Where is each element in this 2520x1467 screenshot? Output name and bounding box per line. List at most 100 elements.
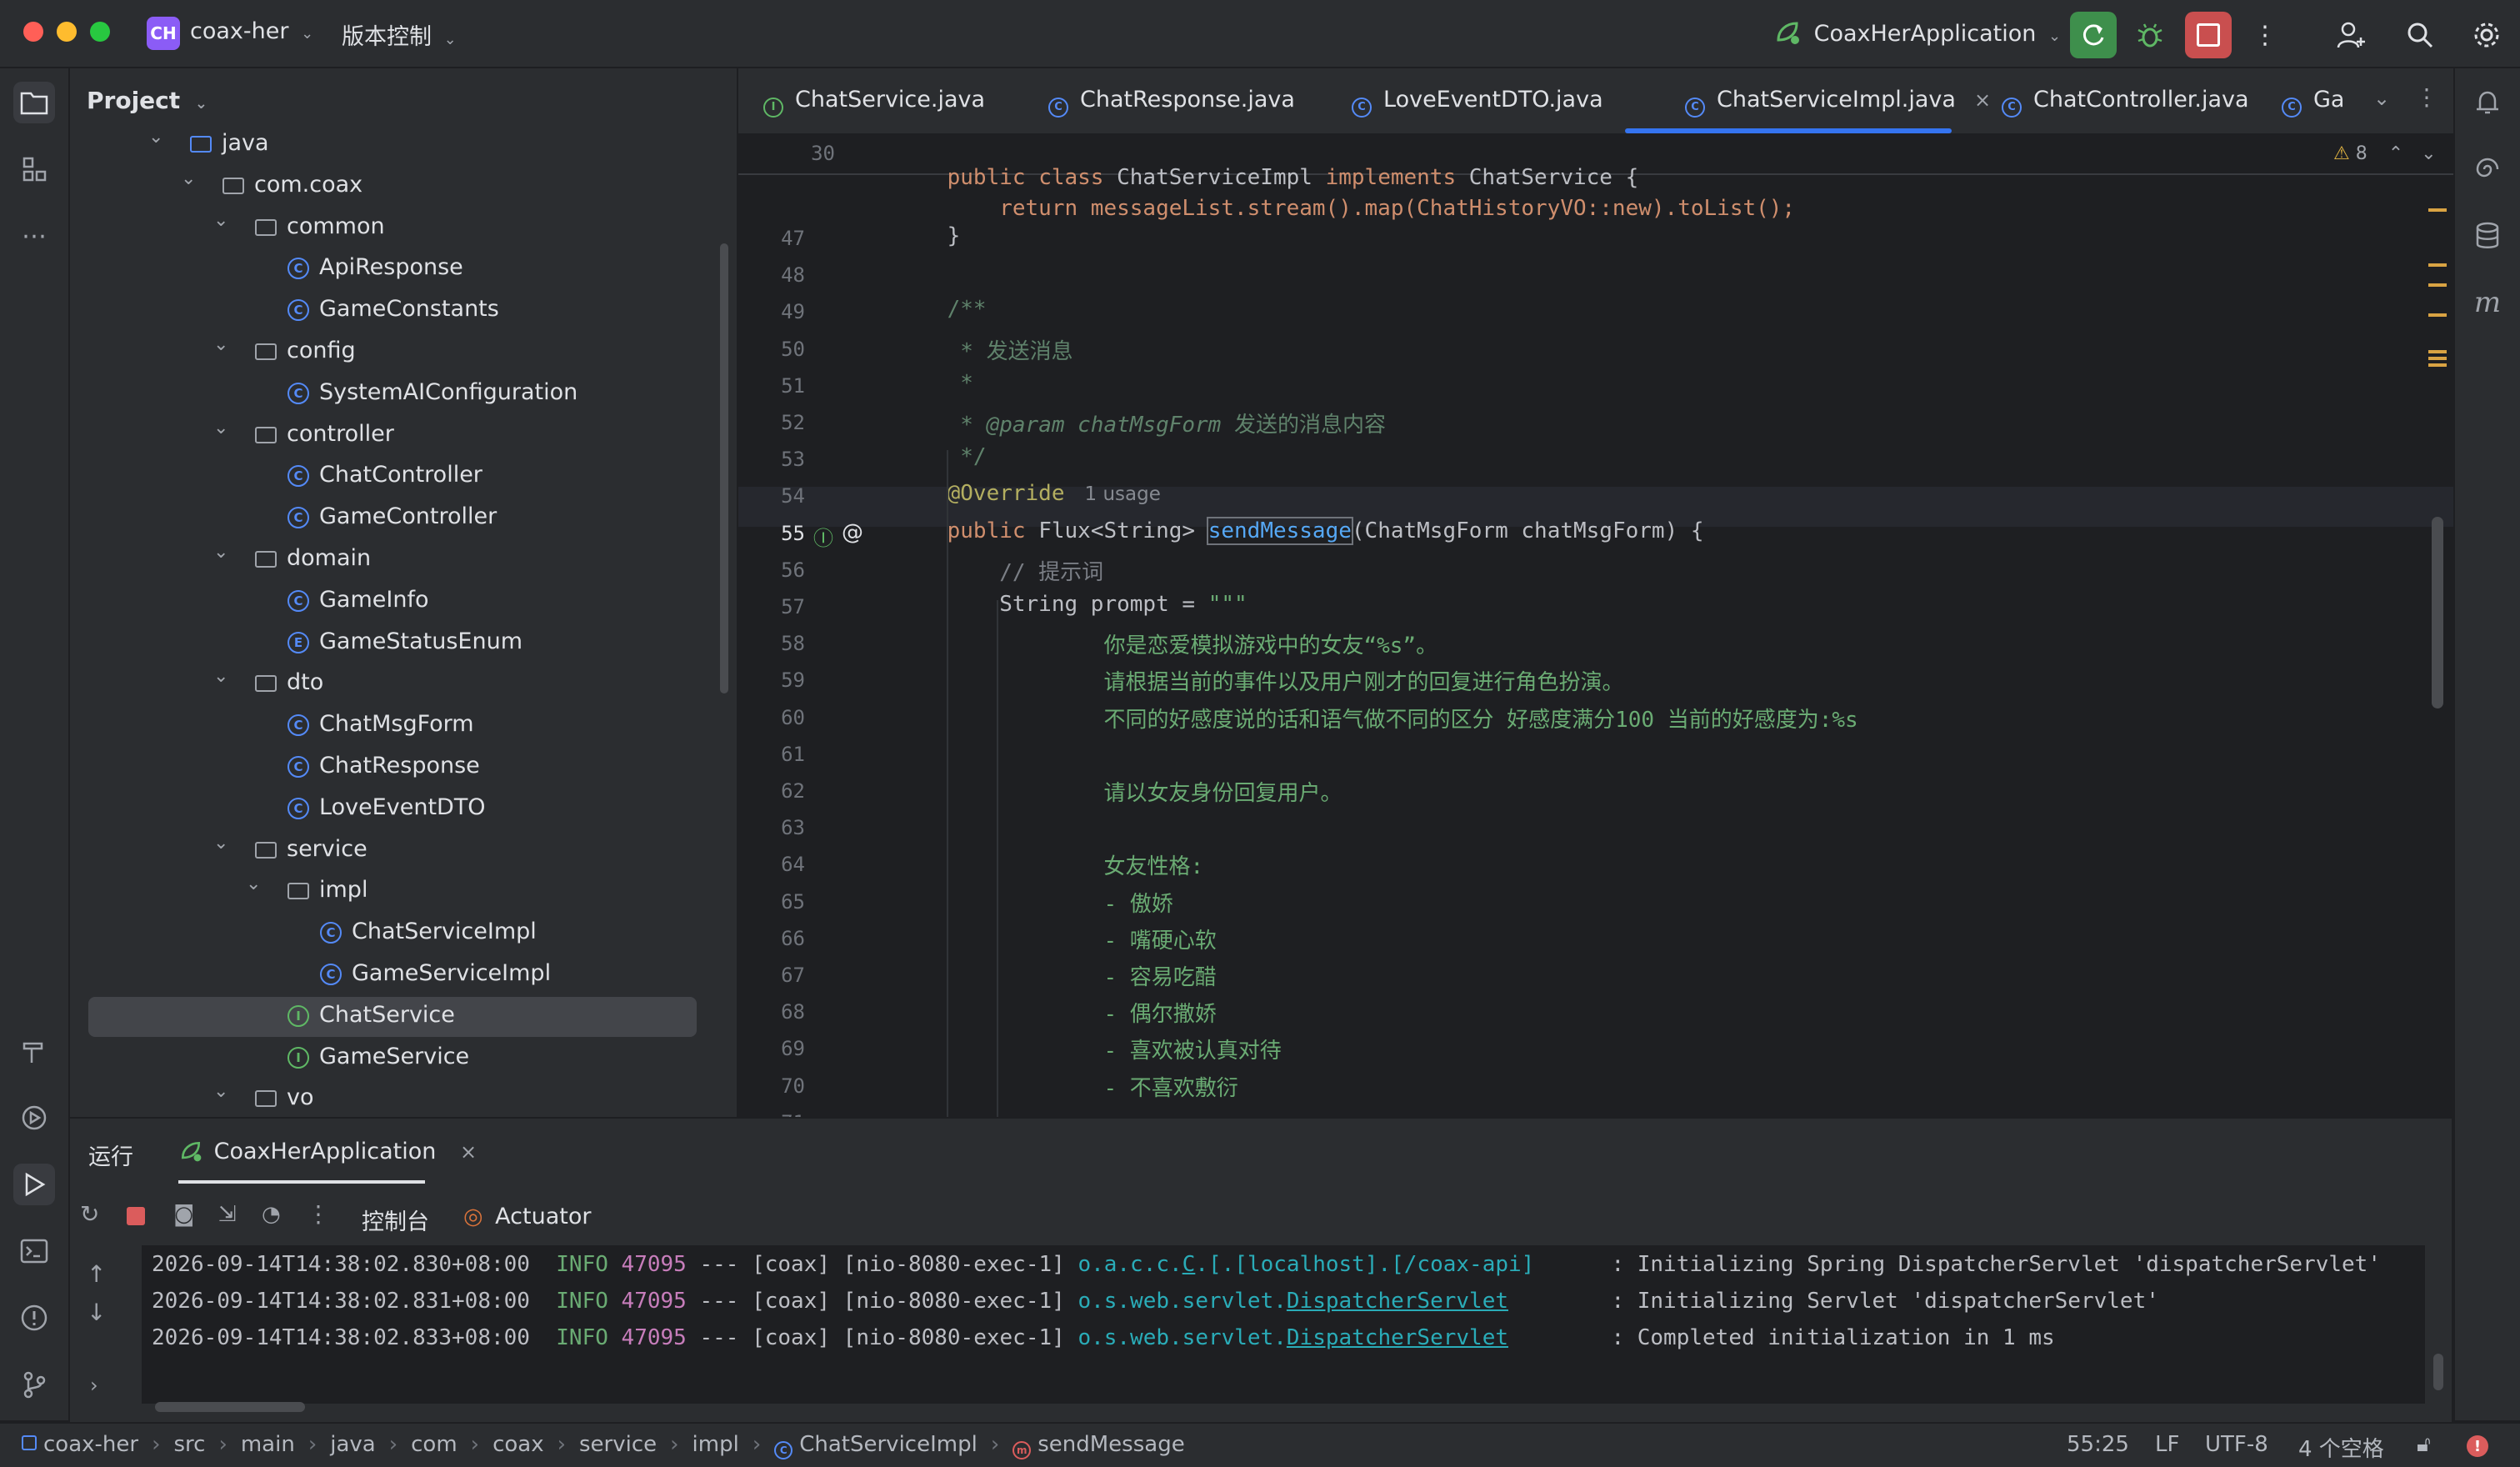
- git-tool-button[interactable]: [13, 1364, 55, 1405]
- tree-item[interactable]: ⌄ domain: [70, 540, 737, 580]
- tree-item[interactable]: ⌄ service: [70, 831, 737, 871]
- profiler-button[interactable]: ◔: [262, 1202, 281, 1227]
- chevron-down-icon[interactable]: ⌄: [181, 168, 199, 189]
- chevron-down-icon[interactable]: ⌄: [213, 666, 232, 687]
- minimize-window-button[interactable]: [57, 22, 77, 42]
- structure-tool-button[interactable]: [13, 148, 55, 190]
- code-line[interactable]: - 容易吃醋: [895, 960, 1216, 991]
- tree-item[interactable]: C GameConstants: [70, 291, 737, 331]
- tree-item[interactable]: C ChatServiceImpl: [70, 914, 737, 954]
- settings-button[interactable]: [2463, 12, 2510, 58]
- editor-tab[interactable]: C ChatController.java: [2002, 87, 2249, 118]
- scroll-down-button[interactable]: ↓: [87, 1299, 106, 1326]
- code-line[interactable]: }: [895, 223, 961, 248]
- chevron-down-icon[interactable]: ⌄: [2421, 143, 2436, 164]
- file-encoding[interactable]: UTF-8: [2205, 1432, 2268, 1457]
- error-indicator-icon[interactable]: !: [2467, 1435, 2488, 1457]
- chevron-down-icon[interactable]: ⌄: [213, 1081, 232, 1102]
- code-line[interactable]: - 嘴硬心软: [895, 924, 1216, 954]
- tree-item[interactable]: ⌄ common: [70, 208, 737, 248]
- tree-item[interactable]: C ChatMsgForm: [70, 706, 737, 746]
- log-logger[interactable]: o.a.c.c.C.[.[localhost].[/coax-api]: [1078, 1252, 1611, 1277]
- tab-list-button[interactable]: ⌄: [2373, 87, 2390, 110]
- breadcrumb-item[interactable]: service: [579, 1432, 657, 1457]
- tree-item[interactable]: C SystemAIConfiguration: [70, 374, 737, 414]
- log-logger[interactable]: o.s.web.servlet.DispatcherServlet: [1078, 1325, 1611, 1350]
- breadcrumb-item[interactable]: m sendMessage: [1012, 1432, 1185, 1459]
- editor-tab[interactable]: I ChatService.java: [763, 87, 985, 118]
- build-tool-button[interactable]: [13, 1030, 55, 1072]
- usage-hint[interactable]: 1 usage: [1085, 483, 1161, 505]
- more-actions-button[interactable]: ⋮: [2242, 12, 2288, 58]
- editor-tab[interactable]: C ChatResponse.java: [1048, 87, 1295, 118]
- breadcrumb-item[interactable]: coax: [492, 1432, 544, 1457]
- ai-assistant-button[interactable]: [2467, 148, 2508, 190]
- tree-item[interactable]: E GameStatusEnum: [70, 623, 737, 663]
- debug-button[interactable]: [2127, 12, 2173, 58]
- search-button[interactable]: [2397, 12, 2443, 58]
- editor-scrollbar[interactable]: [2432, 517, 2443, 708]
- code-line[interactable]: /**: [895, 297, 987, 322]
- warning-stripe-marker[interactable]: [2428, 263, 2447, 267]
- zoom-window-button[interactable]: [90, 22, 110, 42]
- close-icon[interactable]: ×: [460, 1140, 477, 1164]
- project-scrollbar[interactable]: [720, 243, 728, 693]
- tree-item[interactable]: C GameServiceImpl: [70, 955, 737, 995]
- tree-item[interactable]: ⌄ com.coax: [70, 167, 737, 207]
- editor-tab[interactable]: C Ga: [2282, 87, 2344, 118]
- chevron-down-icon[interactable]: ⌄: [213, 210, 232, 231]
- code-line[interactable]: * 发送消息: [895, 334, 1072, 365]
- rerun-run-button[interactable]: ↻: [80, 1200, 99, 1228]
- lock-icon[interactable]: 🔓︎: [2417, 1432, 2431, 1458]
- expand-button[interactable]: ›: [90, 1374, 98, 1397]
- tree-item[interactable]: C GameInfo: [70, 582, 737, 622]
- line-separator[interactable]: LF: [2155, 1432, 2179, 1457]
- stop-button[interactable]: [2185, 12, 2232, 58]
- notifications-button[interactable]: [2467, 82, 2508, 123]
- chevron-down-icon[interactable]: ⌄: [213, 418, 232, 438]
- screenshot-button[interactable]: ◙: [173, 1202, 194, 1227]
- warning-stripe-marker[interactable]: [2428, 363, 2447, 367]
- run-more-button[interactable]: ⋮: [307, 1200, 330, 1228]
- tab-options-button[interactable]: ⋮: [2415, 83, 2438, 111]
- tree-item[interactable]: C ApiResponse: [70, 249, 737, 289]
- console-tab[interactable]: 控制台: [362, 1204, 429, 1236]
- tree-item[interactable]: ⌄ java: [70, 125, 737, 165]
- close-window-button[interactable]: [23, 22, 43, 42]
- code-line[interactable]: @Override 1 usage: [895, 481, 1161, 506]
- services-tool-button[interactable]: [13, 1097, 55, 1139]
- chevron-down-icon[interactable]: ⌄: [213, 334, 232, 355]
- tree-item[interactable]: C ChatResponse: [70, 748, 737, 788]
- endpoint-gutter-icon[interactable]: @: [842, 520, 863, 545]
- restore-layout-button[interactable]: ⇲: [218, 1202, 237, 1227]
- caret-position[interactable]: 55:25: [2067, 1432, 2129, 1457]
- console-vscrollbar[interactable]: [2433, 1354, 2443, 1390]
- code-line[interactable]: 请以女友身份回复用户。: [895, 776, 1342, 807]
- warning-stripe-marker[interactable]: [2428, 283, 2447, 287]
- run-tool-button[interactable]: [13, 1164, 55, 1205]
- problems-tool-button[interactable]: [13, 1297, 55, 1339]
- code-line[interactable]: // 提示词: [895, 555, 1103, 586]
- tree-item[interactable]: ⌄ config: [70, 333, 737, 373]
- code-line[interactable]: public Flux<String> sendMessage(ChatMsgF…: [895, 516, 1704, 545]
- code-line[interactable]: 你是恋爱模拟游戏中的女友“%s”。: [895, 628, 1438, 659]
- stop-run-button[interactable]: [127, 1207, 145, 1225]
- rerun-button[interactable]: [2070, 12, 2117, 58]
- code-line[interactable]: 女友性格:: [895, 849, 1203, 880]
- breadcrumb-item[interactable]: main: [241, 1432, 295, 1457]
- tree-item[interactable]: ⌄ controller: [70, 416, 737, 456]
- code-line[interactable]: - 傲娇: [895, 887, 1172, 918]
- chevron-down-icon[interactable]: ⌄: [148, 127, 167, 148]
- tree-item[interactable]: I ChatService: [88, 996, 697, 1037]
- chevron-down-icon[interactable]: ⌄: [213, 833, 232, 854]
- project-tool-button[interactable]: [13, 82, 55, 123]
- editor-tab[interactable]: C ChatServiceImpl.java ×: [1685, 87, 1991, 118]
- warning-stripe-marker[interactable]: [2428, 350, 2447, 353]
- indent-setting[interactable]: 4 个空格: [2298, 1432, 2384, 1463]
- tree-item[interactable]: I GameService: [70, 1039, 737, 1079]
- breadcrumb-item[interactable]: C ChatServiceImpl: [774, 1432, 978, 1459]
- terminal-tool-button[interactable]: [13, 1230, 55, 1272]
- breadcrumb-item[interactable]: src: [173, 1432, 205, 1457]
- log-line[interactable]: 2026-09-14T14:38:02.830+08:00 INFO 47095…: [152, 1252, 2381, 1277]
- log-line[interactable]: 2026-09-14T14:38:02.833+08:00 INFO 47095…: [152, 1325, 2055, 1350]
